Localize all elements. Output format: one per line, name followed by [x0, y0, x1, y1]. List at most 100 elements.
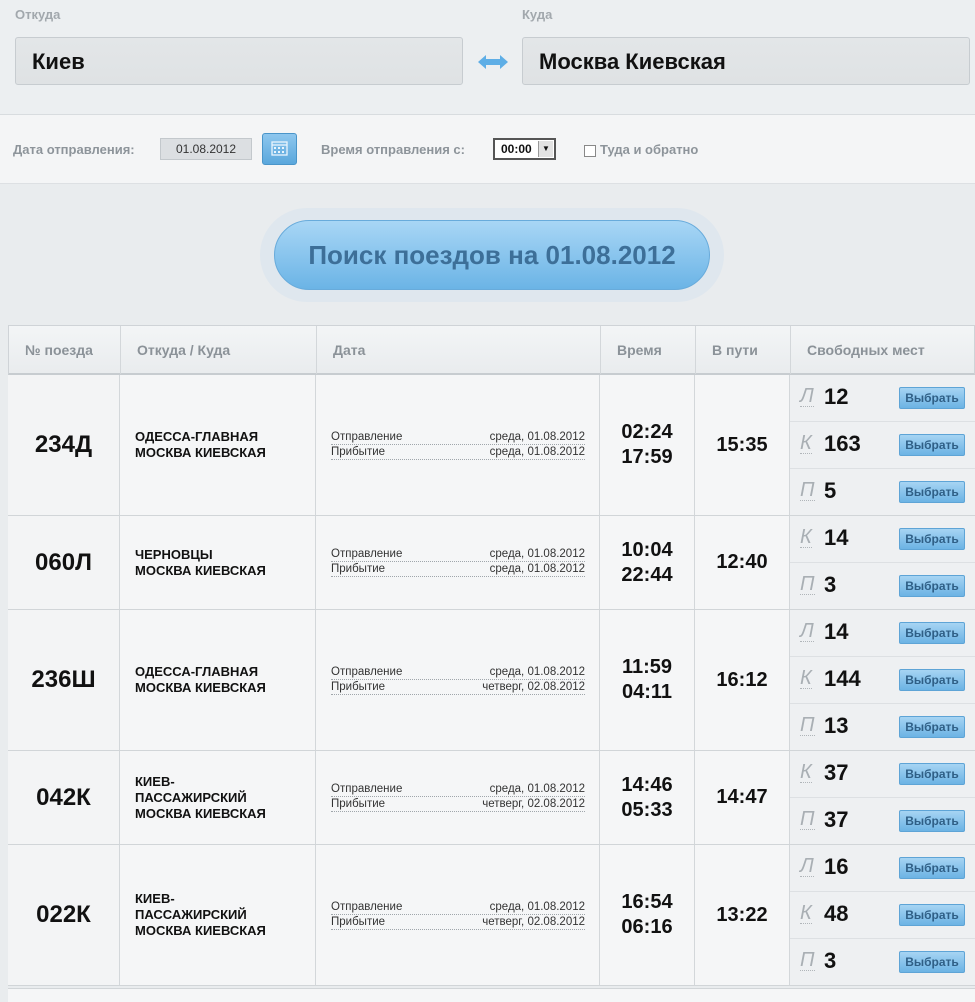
arrive-label: Прибытие — [331, 798, 386, 810]
table-row[interactable]: 060Л ЧЕРНОВЦЫ МОСКВА КИЕВСКАЯ Отправлени… — [8, 516, 975, 610]
select-button[interactable]: Выбрать — [899, 528, 965, 550]
table-row[interactable]: 234Д ОДЕССА-ГЛАВНАЯ МОСКВА КИЕВСКАЯ Отпр… — [8, 375, 975, 516]
seats-cell: Л 16 Выбрать К 48 Выбрать П 3 Выбрать — [790, 845, 975, 985]
route-from: ЧЕРНОВЦЫ — [135, 546, 213, 562]
time-select[interactable]: 00:00 ▼ — [493, 138, 556, 160]
select-button[interactable]: Выбрать — [899, 575, 965, 597]
route-from: ОДЕССА-ГЛАВНАЯ — [135, 664, 259, 679]
route-from: ОДЕССА-ГЛАВНАЯ — [135, 429, 259, 444]
car-type: К — [800, 902, 812, 924]
select-button[interactable]: Выбрать — [899, 481, 965, 503]
depart-time: 11:59 — [621, 656, 673, 678]
time-cell: 02:24 17:59 — [600, 375, 695, 515]
seat-option: П 37 Выбрать — [790, 798, 975, 845]
train-number[interactable]: 236Ш — [8, 610, 120, 750]
select-button[interactable]: Выбрать — [899, 857, 965, 879]
arrive-line: Прибытие четверг, 02.08.2012 — [331, 798, 585, 812]
train-number[interactable]: 234Д — [8, 375, 120, 515]
select-button[interactable]: Выбрать — [899, 810, 965, 832]
seat-option: К 14 Выбрать — [790, 516, 975, 563]
seat-option: П 13 Выбрать — [790, 704, 975, 751]
seats-cell: Л 14 Выбрать К 144 Выбрать П 13 Выбрать — [790, 610, 975, 750]
seat-count: 14 — [824, 525, 849, 550]
swap-arrows-icon[interactable] — [476, 52, 510, 72]
table-row[interactable]: 022К КИЕВ-ПАССАЖИРСКИЙ МОСКВА КИЕВСКАЯ О… — [8, 845, 975, 986]
select-button[interactable]: Выбрать — [899, 951, 965, 973]
depart-label: Отправление — [331, 900, 403, 913]
date-label: Дата отправления: — [13, 142, 135, 157]
time-select-value: 00:00 — [501, 142, 532, 156]
depart-line: Отправление среда, 01.08.2012 — [331, 901, 585, 915]
header-duration: В пути — [696, 326, 791, 374]
table-row[interactable]: 042К КИЕВ-ПАССАЖИРСКИЙ МОСКВА КИЕВСКАЯ О… — [8, 751, 975, 845]
depart-time: 10:04 — [621, 538, 673, 561]
arrive-time: 17:59 — [621, 446, 673, 468]
header-seats: Свободных мест — [807, 342, 925, 358]
seat-count: 16 — [824, 854, 849, 879]
depart-line: Отправление среда, 01.08.2012 — [331, 431, 585, 445]
arrive-time: 22:44 — [621, 563, 673, 586]
car-type: П — [800, 573, 815, 595]
select-button[interactable]: Выбрать — [899, 434, 965, 456]
date-cell: Отправление среда, 01.08.2012 Прибытие ч… — [316, 610, 600, 750]
route-to: МОСКВА КИЕВСКАЯ — [135, 680, 266, 695]
arrive-line: Прибытие четверг, 02.08.2012 — [331, 916, 585, 930]
depart-date: среда, 01.08.2012 — [489, 548, 585, 560]
route-to: МОСКВА КИЕВСКАЯ — [135, 562, 266, 578]
car-type: К — [800, 432, 812, 454]
seat-count: 13 — [824, 713, 849, 738]
seat-count: 37 — [824, 807, 849, 832]
arrive-time: 05:33 — [621, 798, 673, 821]
seat-option: Л 16 Выбрать — [790, 845, 975, 892]
train-number[interactable]: 022К — [8, 845, 120, 985]
select-button[interactable]: Выбрать — [899, 904, 965, 926]
train-number[interactable]: 060Л — [8, 516, 120, 609]
header-time: Время — [601, 326, 696, 374]
car-type: П — [800, 479, 815, 501]
date-input[interactable]: 01.08.2012 — [160, 138, 252, 160]
time-cell: 16:54 06:16 — [600, 845, 695, 985]
seat-option: Л 12 Выбрать — [790, 375, 975, 422]
search-trains-button[interactable]: Поиск поездов на 01.08.2012 — [274, 220, 710, 290]
arrive-line: Прибытие среда, 01.08.2012 — [331, 563, 585, 577]
duration: 16:12 — [695, 610, 790, 750]
route-cell: ОДЕССА-ГЛАВНАЯ МОСКВА КИЕВСКАЯ — [120, 610, 316, 750]
roundtrip-checkbox[interactable] — [584, 145, 596, 157]
seat-count: 144 — [824, 666, 861, 691]
train-number[interactable]: 042К — [8, 751, 120, 844]
car-type: К — [800, 667, 812, 689]
seats-cell: Л 12 Выбрать К 163 Выбрать П 5 Выбрать — [790, 375, 975, 515]
car-type: К — [800, 761, 812, 783]
to-input[interactable]: Москва Киевская — [522, 37, 970, 85]
depart-label: Отправление — [331, 548, 403, 560]
depart-line: Отправление среда, 01.08.2012 — [331, 548, 585, 562]
car-type: Л — [800, 620, 814, 642]
seat-option: К 37 Выбрать — [790, 751, 975, 798]
seat-count: 3 — [824, 948, 837, 973]
seat-option: К 163 Выбрать — [790, 422, 975, 469]
date-cell: Отправление среда, 01.08.2012 Прибытие ч… — [316, 751, 600, 844]
seats-cell: К 14 Выбрать П 3 Выбрать — [790, 516, 975, 609]
table-row[interactable]: 236Ш ОДЕССА-ГЛАВНАЯ МОСКВА КИЕВСКАЯ Отпр… — [8, 610, 975, 751]
depart-date: среда, 01.08.2012 — [489, 783, 585, 795]
header-route: Откуда / Куда — [121, 326, 317, 374]
select-button[interactable]: Выбрать — [899, 622, 965, 644]
table-header: № поезда Откуда / Куда Дата Время В пути… — [8, 325, 975, 375]
car-type: Л — [800, 855, 814, 877]
seat-count: 48 — [824, 901, 849, 926]
select-button[interactable]: Выбрать — [899, 669, 965, 691]
select-button[interactable]: Выбрать — [899, 763, 965, 785]
select-button[interactable]: Выбрать — [899, 387, 965, 409]
select-button[interactable]: Выбрать — [899, 716, 965, 738]
from-input[interactable]: Киев — [15, 37, 463, 85]
arrive-label: Прибытие — [331, 680, 386, 693]
seats-cell: К 37 Выбрать П 37 Выбрать — [790, 751, 975, 844]
seat-option: Л 14 Выбрать — [790, 610, 975, 657]
route-cell: КИЕВ-ПАССАЖИРСКИЙ МОСКВА КИЕВСКАЯ — [120, 845, 316, 985]
seat-option: К 144 Выбрать — [790, 657, 975, 704]
route-to: МОСКВА КИЕВСКАЯ — [135, 805, 266, 821]
car-type: Л — [800, 385, 814, 407]
calendar-button[interactable] — [262, 133, 297, 165]
time-cell: 11:59 04:11 — [600, 610, 695, 750]
route-from: КИЕВ-ПАССАЖИРСКИЙ — [135, 891, 247, 922]
